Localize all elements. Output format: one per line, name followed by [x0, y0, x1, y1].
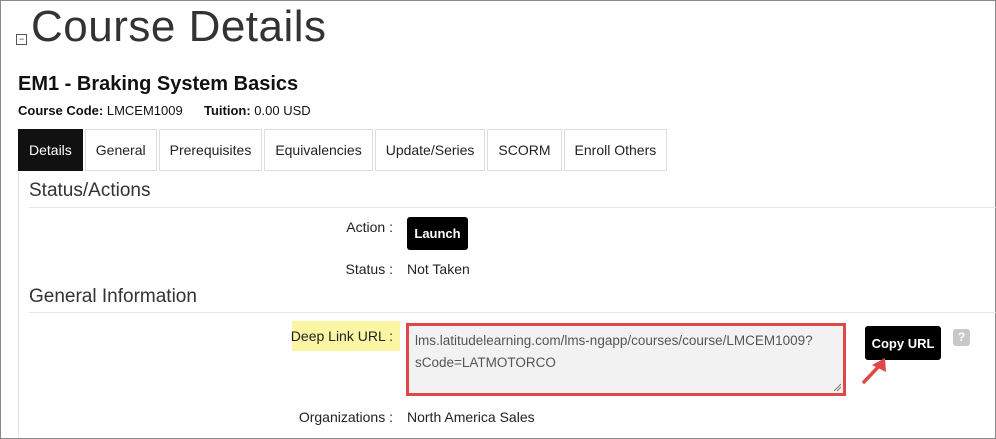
course-code-value: LMCEM1009: [106, 103, 183, 118]
tuition-label: Tuition:: [203, 103, 251, 118]
course-code-label: Course Code:: [18, 103, 104, 118]
tab-update-series[interactable]: Update/Series: [374, 129, 486, 171]
section-general-info-title: General Information: [29, 286, 197, 307]
organizations-value: North America Sales: [407, 409, 535, 425]
resize-grip-icon[interactable]: [833, 383, 841, 391]
deep-link-label: Deep Link URL :: [290, 328, 393, 344]
deep-link-url-line-2: sCode=LATMOTORCO: [415, 355, 556, 370]
content-left-rule: [18, 172, 19, 438]
section-divider: [29, 207, 996, 208]
tab-bar: Details General Prerequisites Equivalenc…: [18, 129, 669, 171]
section-status-actions-title: Status/Actions: [29, 180, 151, 201]
launch-button[interactable]: Launch: [407, 217, 468, 250]
tuition-value: 0.00 USD: [254, 103, 311, 118]
status-value: Not Taken: [407, 261, 470, 277]
annotation-arrow-icon: [862, 358, 886, 384]
help-icon[interactable]: ?: [953, 329, 970, 346]
tab-equivalencies[interactable]: Equivalencies: [264, 129, 373, 171]
tab-scorm[interactable]: SCORM: [487, 129, 562, 171]
status-label: Status :: [345, 261, 393, 277]
deep-link-url-line-1: lms.latitudelearning.com/lms-ngapp/cours…: [415, 333, 813, 348]
deep-link-url-field[interactable]: lms.latitudelearning.com/lms-ngapp/cours…: [406, 323, 846, 396]
course-meta: Course Code: LMCEM1009 Tuition: 0.00 USD: [18, 103, 311, 118]
page-title: Course Details: [31, 2, 327, 51]
action-label: Action :: [346, 219, 393, 235]
organizations-label: Organizations :: [298, 409, 393, 425]
section-divider: [29, 312, 996, 313]
collapse-icon[interactable]: −: [16, 34, 27, 45]
tab-enroll-others[interactable]: Enroll Others: [563, 129, 668, 171]
tab-prerequisites[interactable]: Prerequisites: [158, 129, 263, 171]
tab-general[interactable]: General: [84, 129, 157, 171]
tab-details[interactable]: Details: [18, 129, 83, 171]
course-name: EM1 - Braking System Basics: [18, 73, 299, 95]
